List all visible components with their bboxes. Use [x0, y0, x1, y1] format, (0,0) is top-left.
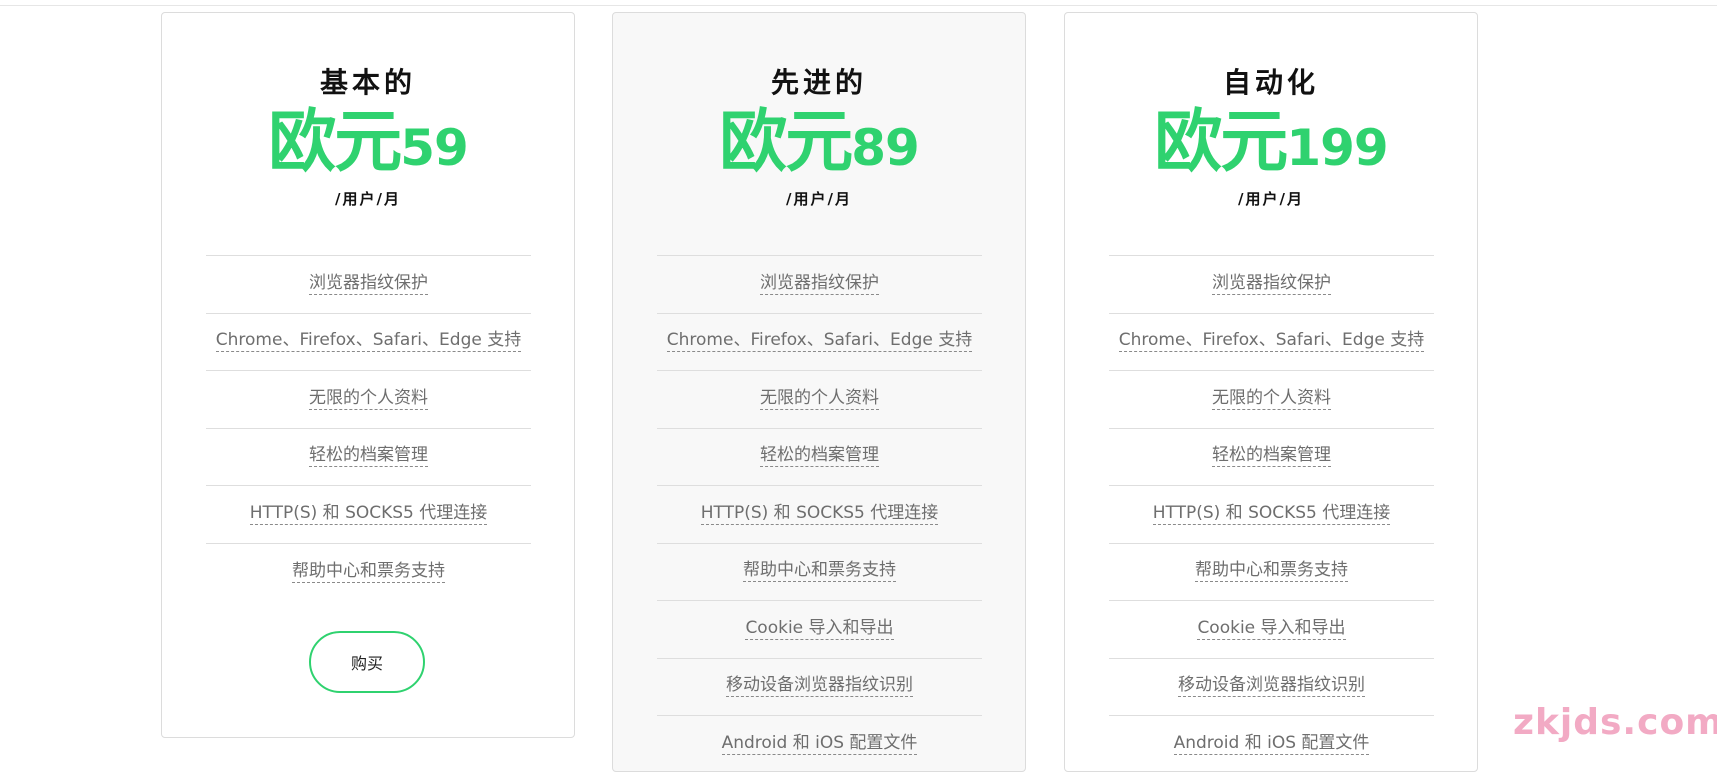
plan-price: 欧元199: [1065, 109, 1477, 177]
feature-item: HTTP(S) 和 SOCKS5 代理连接: [1109, 486, 1434, 544]
plan-title: 基本的: [319, 66, 416, 99]
feature-label[interactable]: Chrome、Firefox、Safari、Edge 支持: [666, 331, 973, 353]
feature-label[interactable]: HTTP(S) 和 SOCKS5 代理连接: [700, 503, 939, 525]
feature-label[interactable]: Chrome、Firefox、Safari、Edge 支持: [1118, 331, 1425, 353]
feature-label[interactable]: Chrome、Firefox、Safari、Edge 支持: [215, 331, 522, 353]
feature-item: 浏览器指纹保护: [206, 256, 531, 314]
feature-item: 移动设备浏览器指纹识别: [1109, 659, 1434, 716]
feature-item: 帮助中心和票务支持: [657, 544, 982, 601]
feature-item: 无限的个人资料: [1109, 371, 1434, 429]
feature-label[interactable]: 轻松的档案管理: [309, 446, 428, 468]
price-amount: 199: [1286, 119, 1388, 177]
feature-label[interactable]: 轻松的档案管理: [1212, 446, 1331, 468]
feature-label[interactable]: 移动设备浏览器指纹识别: [726, 676, 913, 698]
top-divider: [0, 5, 1717, 6]
feature-label[interactable]: 帮助中心和票务支持: [743, 561, 896, 583]
feature-item: 移动设备浏览器指纹识别: [657, 659, 982, 716]
feature-label[interactable]: HTTP(S) 和 SOCKS5 代理连接: [249, 503, 488, 525]
feature-item: HTTP(S) 和 SOCKS5 代理连接: [657, 486, 982, 544]
price-unit: /用户/月: [786, 190, 852, 208]
feature-label[interactable]: Android 和 iOS 配置文件: [1173, 734, 1370, 756]
feature-item: 无限的个人资料: [206, 371, 531, 429]
feature-item: 帮助中心和票务支持: [206, 544, 531, 602]
feature-label[interactable]: 浏览器指纹保护: [309, 273, 428, 295]
feature-item: 轻松的档案管理: [1109, 429, 1434, 486]
feature-item: Cookie 导入和导出: [1109, 601, 1434, 659]
feature-label[interactable]: Cookie 导入和导出: [745, 618, 894, 640]
feature-item: Chrome、Firefox、Safari、Edge 支持: [206, 314, 531, 371]
price-amount: 59: [400, 119, 469, 177]
feature-item: 轻松的档案管理: [206, 429, 531, 486]
buy-button[interactable]: 购买: [309, 631, 425, 693]
plan-title: 先进的: [770, 66, 867, 99]
plan-price: 欧元59: [162, 109, 574, 177]
price-currency: 欧元: [268, 103, 402, 182]
feature-item: Chrome、Firefox、Safari、Edge 支持: [1109, 314, 1434, 371]
pricing-card-automation: 自动化 欧元199 /用户/月 浏览器指纹保护 Chrome、Firefox、S…: [1064, 12, 1478, 772]
feature-item: 轻松的档案管理: [657, 429, 982, 486]
pricing-card-advanced: 先进的 欧元89 /用户/月 浏览器指纹保护 Chrome、Firefox、Sa…: [612, 12, 1026, 772]
price-amount: 89: [851, 119, 920, 177]
feature-item: 无限的个人资料: [657, 371, 982, 429]
feature-label[interactable]: HTTP(S) 和 SOCKS5 代理连接: [1152, 503, 1391, 525]
feature-item: Android 和 iOS 配置文件: [1109, 716, 1434, 774]
price-unit: /用户/月: [1238, 190, 1304, 208]
feature-label[interactable]: 无限的个人资料: [1212, 388, 1331, 410]
feature-list: 浏览器指纹保护 Chrome、Firefox、Safari、Edge 支持 无限…: [1109, 255, 1434, 774]
feature-label[interactable]: 轻松的档案管理: [760, 446, 879, 468]
feature-item: 浏览器指纹保护: [657, 256, 982, 314]
feature-label[interactable]: Cookie 导入和导出: [1197, 618, 1346, 640]
pricing-card-basic: 基本的 欧元59 /用户/月 浏览器指纹保护 Chrome、Firefox、Sa…: [161, 12, 575, 738]
feature-item: Cookie 导入和导出: [657, 601, 982, 659]
plan-price: 欧元89: [613, 109, 1025, 177]
feature-label[interactable]: 帮助中心和票务支持: [1195, 561, 1348, 583]
feature-item: Android 和 iOS 配置文件: [657, 716, 982, 774]
price-unit: /用户/月: [335, 190, 401, 208]
site-watermark: zkjds.com: [1513, 702, 1717, 743]
feature-label[interactable]: 浏览器指纹保护: [760, 273, 879, 295]
feature-list: 浏览器指纹保护 Chrome、Firefox、Safari、Edge 支持 无限…: [206, 255, 531, 601]
feature-label[interactable]: 帮助中心和票务支持: [292, 561, 445, 583]
plan-title: 自动化: [1222, 66, 1319, 99]
feature-item: HTTP(S) 和 SOCKS5 代理连接: [206, 486, 531, 544]
price-currency: 欧元: [719, 103, 853, 182]
feature-label[interactable]: 无限的个人资料: [760, 388, 879, 410]
feature-item: Chrome、Firefox、Safari、Edge 支持: [657, 314, 982, 371]
feature-item: 帮助中心和票务支持: [1109, 544, 1434, 601]
price-currency: 欧元: [1154, 103, 1288, 182]
feature-label[interactable]: Android 和 iOS 配置文件: [721, 734, 918, 756]
feature-label[interactable]: 浏览器指纹保护: [1212, 273, 1331, 295]
feature-item: 浏览器指纹保护: [1109, 256, 1434, 314]
feature-label[interactable]: 移动设备浏览器指纹识别: [1178, 676, 1365, 698]
feature-label[interactable]: 无限的个人资料: [309, 388, 428, 410]
feature-list: 浏览器指纹保护 Chrome、Firefox、Safari、Edge 支持 无限…: [657, 255, 982, 774]
